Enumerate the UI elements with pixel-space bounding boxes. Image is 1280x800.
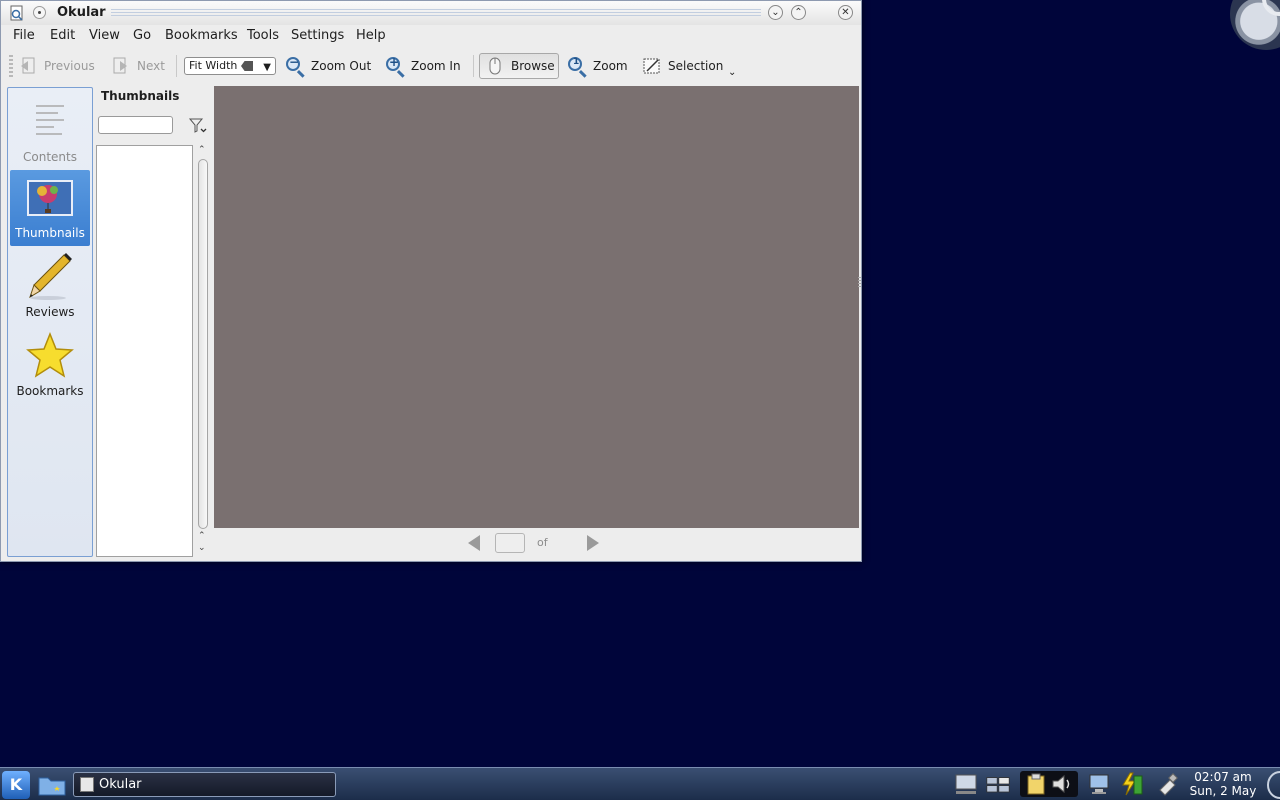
menu-edit[interactable]: Edit bbox=[50, 28, 75, 43]
star-icon bbox=[26, 331, 74, 378]
pager-desktops-icon[interactable] bbox=[986, 772, 1010, 796]
taskbar-task-okular[interactable]: Okular bbox=[73, 772, 336, 797]
menu-file[interactable]: File bbox=[13, 28, 35, 43]
okular-app-icon[interactable] bbox=[9, 5, 25, 21]
browse-label: Browse bbox=[511, 59, 555, 73]
document-page-view[interactable] bbox=[214, 86, 859, 528]
menu-view[interactable]: View bbox=[89, 28, 120, 43]
previous-label: Previous bbox=[44, 59, 95, 73]
pencil-icon bbox=[29, 253, 72, 300]
contents-icon bbox=[36, 105, 64, 135]
battery-power-icon[interactable] bbox=[1120, 772, 1144, 796]
toolbar-grip[interactable] bbox=[9, 55, 13, 77]
mouse-icon bbox=[489, 57, 501, 75]
menu-tools[interactable]: Tools bbox=[247, 28, 279, 43]
sidebar-item-reviews[interactable]: Reviews bbox=[10, 249, 90, 325]
chevron-down-icon[interactable]: ▼ bbox=[263, 60, 271, 76]
clipboard-icon[interactable] bbox=[1024, 772, 1048, 796]
device-notifier-icon[interactable] bbox=[1156, 772, 1180, 796]
window-title: Okular bbox=[57, 5, 106, 20]
menu-bar: File Edit View Go Bookmarks Tools Settin… bbox=[1, 25, 861, 47]
zoom-tool-icon: 1 bbox=[567, 56, 587, 76]
scroll-up-icon[interactable]: ⌃ bbox=[198, 531, 206, 541]
zoom-out-label: Zoom Out bbox=[311, 59, 372, 73]
selection-label: Selection bbox=[668, 59, 724, 73]
network-icon[interactable] bbox=[1087, 772, 1111, 796]
zoom-out-icon: − bbox=[285, 55, 305, 76]
selection-tool-button[interactable]: Selection bbox=[642, 53, 723, 79]
next-label: Next bbox=[137, 59, 165, 73]
taskbar-panel: K Okular 02:07 am Sun, 2 May bbox=[0, 767, 1280, 800]
title-bar-decoration bbox=[111, 9, 761, 17]
thumbnails-icon bbox=[27, 180, 73, 216]
zoom-in-label: Zoom In bbox=[411, 59, 461, 73]
sidebar-item-label: Reviews bbox=[25, 305, 75, 319]
next-button[interactable]: Next bbox=[111, 53, 165, 79]
sidebar-item-thumbnails[interactable]: Thumbnails bbox=[10, 170, 90, 246]
menu-help[interactable]: Help bbox=[356, 28, 386, 43]
sidebar-item-label: Bookmarks bbox=[16, 384, 84, 398]
sidebar-item-contents[interactable]: Contents bbox=[10, 94, 90, 170]
sidebar-item-label: Thumbnails bbox=[15, 226, 85, 240]
page-of-label: of bbox=[537, 536, 548, 549]
splitter-handle[interactable] bbox=[858, 277, 861, 287]
toolbar-separator bbox=[176, 55, 177, 77]
clock-date: Sun, 2 May bbox=[1189, 784, 1257, 798]
scrollbar-handle[interactable] bbox=[198, 159, 208, 529]
clock-time: 02:07 am bbox=[1194, 770, 1252, 784]
zoom-in-icon: + bbox=[385, 55, 405, 76]
sidebar-item-bookmarks[interactable]: Bookmarks bbox=[10, 328, 90, 404]
selection-icon bbox=[643, 58, 660, 74]
main-toolbar: Previous Next Fit Width ▼ − Zoom Out + Z… bbox=[1, 49, 861, 83]
title-bar[interactable]: Okular ⌄ ⌃ ✕ bbox=[1, 1, 861, 25]
kde-menu-icon[interactable]: K bbox=[2, 771, 30, 799]
thumbnails-search-input[interactable] bbox=[98, 116, 173, 134]
toolbar-separator bbox=[473, 55, 474, 77]
desktop-toolbox-icon[interactable] bbox=[1230, 0, 1280, 50]
thumbnails-panel-title: Thumbnails bbox=[101, 89, 180, 103]
window-menu-button[interactable] bbox=[33, 6, 46, 19]
thumbnails-list[interactable] bbox=[96, 145, 193, 557]
panel-toolbox-icon[interactable] bbox=[1263, 770, 1280, 800]
zoom-in-button[interactable]: + Zoom In bbox=[385, 53, 461, 79]
task-label: Okular bbox=[99, 777, 142, 792]
scroll-up-icon[interactable]: ⌃ bbox=[198, 145, 206, 155]
next-page-icon bbox=[113, 57, 127, 74]
filter-icon[interactable] bbox=[189, 117, 207, 135]
page-number-input[interactable] bbox=[495, 533, 525, 553]
zoom-tool-label: Zoom bbox=[593, 59, 628, 73]
menu-bookmarks[interactable]: Bookmarks bbox=[165, 28, 238, 43]
clear-text-icon[interactable] bbox=[241, 61, 253, 71]
toolbar-overflow-chevron-icon[interactable]: ⌄ bbox=[728, 67, 736, 78]
zoom-mode-select[interactable]: Fit Width ▼ bbox=[184, 57, 276, 75]
previous-button[interactable]: Previous bbox=[18, 53, 95, 79]
minimize-button[interactable]: ⌄ bbox=[768, 5, 783, 20]
previous-page-icon bbox=[21, 57, 35, 74]
close-button[interactable]: ✕ bbox=[838, 5, 853, 20]
browse-tool-button[interactable]: Browse bbox=[485, 53, 555, 79]
maximize-button[interactable]: ⌃ bbox=[791, 5, 806, 20]
digital-clock[interactable]: 02:07 am Sun, 2 May bbox=[1188, 770, 1258, 798]
navigation-sidebar: Contents Thumbnails Reviews Bookmarks bbox=[7, 87, 93, 557]
thumbnails-scrollbar[interactable]: ⌃ ⌃ ⌄ bbox=[196, 145, 210, 557]
okular-task-icon bbox=[80, 777, 94, 792]
okular-window: Okular ⌄ ⌃ ✕ File Edit View Go Bookmarks… bbox=[0, 0, 862, 562]
zoom-tool-button[interactable]: 1 Zoom bbox=[567, 53, 628, 79]
zoom-out-button[interactable]: − Zoom Out bbox=[285, 53, 371, 79]
previous-page-arrow-icon[interactable] bbox=[468, 535, 480, 551]
menu-go[interactable]: Go bbox=[133, 28, 151, 43]
next-page-arrow-icon[interactable] bbox=[587, 535, 599, 551]
scroll-down-icon[interactable]: ⌄ bbox=[198, 543, 206, 553]
volume-icon[interactable] bbox=[1050, 772, 1074, 796]
show-desktop-icon[interactable] bbox=[954, 772, 978, 796]
menu-settings[interactable]: Settings bbox=[291, 28, 344, 43]
folder-icon[interactable] bbox=[37, 773, 67, 797]
page-navigation-bar: of bbox=[214, 529, 859, 557]
zoom-mode-value: Fit Width bbox=[189, 59, 238, 72]
sidebar-item-label: Contents bbox=[23, 150, 77, 164]
desktop-toolbox-moon bbox=[1257, 0, 1280, 21]
